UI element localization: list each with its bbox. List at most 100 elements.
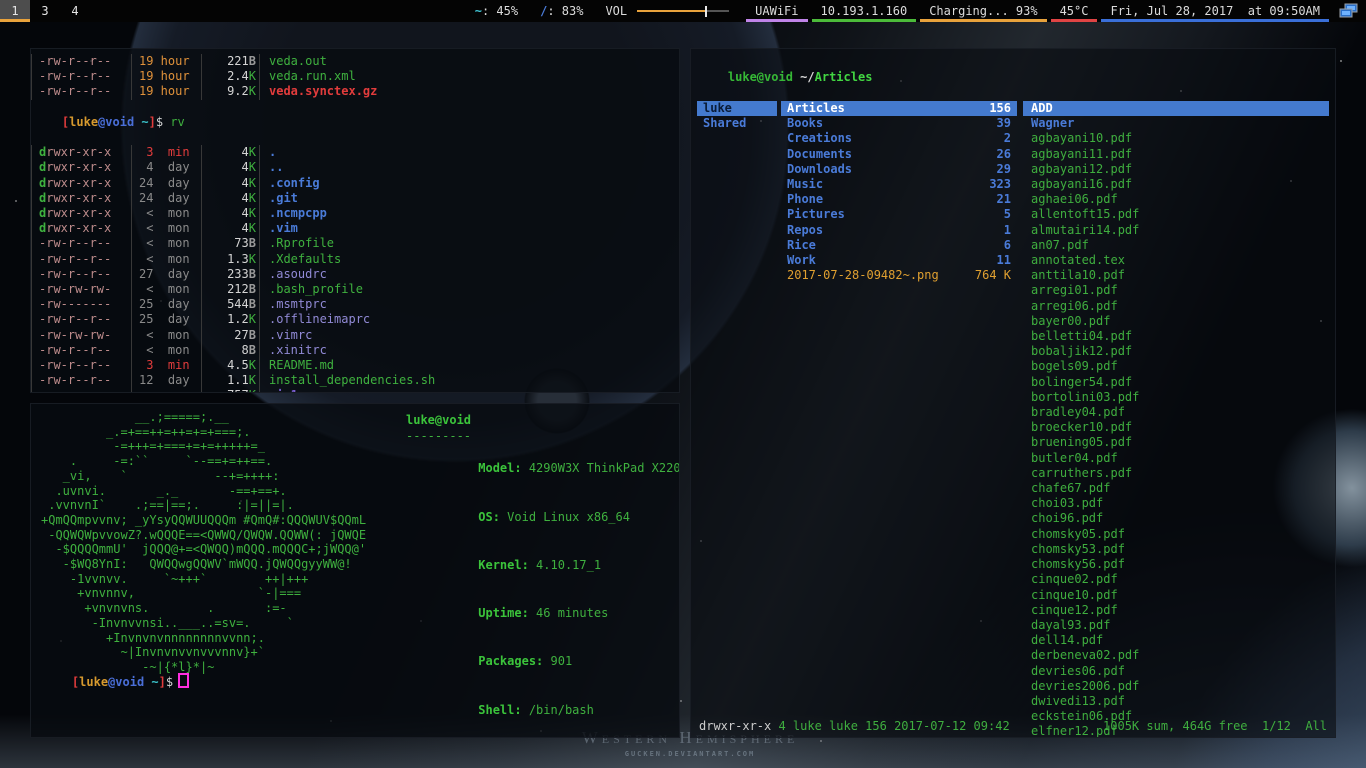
workspace-list: 1 3 4: [0, 0, 90, 22]
workspace-button[interactable]: 1: [0, 0, 30, 22]
root-usage-value: : 83%: [547, 4, 583, 18]
terminal-window-neofetch[interactable]: __.;=====;.__ _.=+==++=++=+=+===;. -=+++…: [30, 403, 680, 738]
directory-item[interactable]: Books39: [781, 116, 1017, 131]
file-item[interactable]: ADD: [1023, 101, 1329, 116]
neofetch-info-row: Kernel: 4.10.17_1: [406, 541, 674, 589]
ls-output-listing: drwxr-xr-x 3 min 4K . drwxr-xr-x 4 day 4…: [31, 145, 679, 393]
file-item[interactable]: arregi01.pdf: [1023, 283, 1329, 298]
file-meta: 4 luke luke 156 2017-07-12 09:42: [771, 719, 1009, 733]
file-item[interactable]: choi03.pdf: [1023, 496, 1329, 511]
shell-prompt: [luke@void ~]$ rv: [31, 100, 679, 146]
ls-output-head: -rw-r--r-- 19 hour 221B veda.out -rw-r--…: [31, 54, 679, 100]
ls-row: -rw-rw-rw- < mon 27B .vimrc: [31, 328, 679, 343]
directory-item[interactable]: Articles156: [781, 101, 1017, 116]
file-item[interactable]: agbayani11.pdf: [1023, 147, 1329, 162]
file-item[interactable]: bobaljik12.pdf: [1023, 344, 1329, 359]
directory-item[interactable]: Work11: [781, 253, 1017, 268]
file-item[interactable]: arregi06.pdf: [1023, 299, 1329, 314]
file-item[interactable]: almutairi14.pdf: [1023, 223, 1329, 238]
file-item[interactable]: bruening05.pdf: [1023, 435, 1329, 450]
file-item[interactable]: dell14.pdf: [1023, 633, 1329, 648]
file-item[interactable]: bolinger54.pdf: [1023, 375, 1329, 390]
directory-item[interactable]: Documents26: [781, 147, 1017, 162]
tray-network-icon[interactable]: [1331, 0, 1366, 22]
file-item[interactable]: derbeneva02.pdf: [1023, 648, 1329, 663]
file-item[interactable]: agbayani10.pdf: [1023, 131, 1329, 146]
neofetch-title: luke@void: [406, 412, 674, 428]
file-item[interactable]: chomsky53.pdf: [1023, 542, 1329, 557]
file-item[interactable]: Wagner: [1023, 116, 1329, 131]
directory-item[interactable]: Music323: [781, 177, 1017, 192]
parent-item[interactable]: luke: [697, 101, 777, 116]
ip-address: 10.193.1.160: [810, 0, 919, 22]
shell-prompt[interactable]: [luke@void ~]$: [41, 657, 189, 705]
home-usage-value: : 45%: [482, 4, 518, 18]
neofetch-info-row: Shell: /bin/bash: [406, 686, 674, 734]
prompt-bracket: ]: [149, 115, 156, 129]
prompt-user: luke: [69, 115, 98, 129]
file-item[interactable]: agbayani16.pdf: [1023, 177, 1329, 192]
directory-item[interactable]: Repos1: [781, 223, 1017, 238]
volume-slider[interactable]: [637, 0, 733, 22]
file-item[interactable]: cinque02.pdf: [1023, 572, 1329, 587]
ranger-path: ~/: [793, 70, 815, 84]
neofetch-info-row: Uptime: 46 minutes: [406, 589, 674, 637]
terminal-window-files[interactable]: -rw-r--r-- 19 hour 221B veda.out -rw-r--…: [30, 48, 680, 393]
workspace-button[interactable]: 3: [30, 0, 60, 22]
battery-status: Charging... 93%: [918, 0, 1048, 22]
ls-row: drwxr-xr-x 24 day 4K .config: [31, 176, 679, 191]
file-item[interactable]: carruthers.pdf: [1023, 466, 1329, 481]
file-column: ADD Wagner agbayani10.pdf agbayani11.pdf…: [1023, 101, 1329, 738]
directory-item[interactable]: Rice6: [781, 238, 1017, 253]
file-item[interactable]: agbayani12.pdf: [1023, 162, 1329, 177]
directory-column: Articles156 Books39 Creations2 Documents…: [781, 101, 1017, 738]
directory-item[interactable]: Pictures5: [781, 207, 1017, 222]
ascii-art-logo: __.;=====;.__ _.=+==++=++=+=+===;. -=+++…: [41, 410, 366, 675]
file-item[interactable]: cinque12.pdf: [1023, 603, 1329, 618]
file-item[interactable]: bradley04.pdf: [1023, 405, 1329, 420]
ranger-hostname: luke@void: [728, 70, 793, 84]
file-item[interactable]: bogels09.pdf: [1023, 359, 1329, 374]
file-item[interactable]: broecker10.pdf: [1023, 420, 1329, 435]
file-item[interactable]: dwivedi13.pdf: [1023, 694, 1329, 709]
prompt-path: ~: [134, 115, 148, 129]
file-item[interactable]: cinque10.pdf: [1023, 588, 1329, 603]
workspace-button[interactable]: 4: [60, 0, 90, 22]
file-item[interactable]: an07.pdf: [1023, 238, 1329, 253]
file-item[interactable]: belletti04.pdf: [1023, 329, 1329, 344]
ls-row: -rw-r--r-- 12 day 1.1K install_dependenc…: [31, 373, 679, 388]
file-item[interactable]: chomsky56.pdf: [1023, 557, 1329, 572]
directory-item[interactable]: Creations2: [781, 131, 1017, 146]
clock: Fri, Jul 28, 2017 at 09:50AM: [1099, 0, 1331, 22]
prompt-dollar: $: [156, 115, 170, 129]
ls-row: drwxr-xr-x 4 day 4K ..: [31, 160, 679, 175]
directory-item[interactable]: Downloads29: [781, 162, 1017, 177]
directory-summary: 1005K sum, 464G free 1/12 All: [1103, 719, 1327, 734]
ranger-window[interactable]: luke@void ~/Articles luke Shared Article…: [690, 48, 1336, 738]
directory-item[interactable]: Phone21: [781, 192, 1017, 207]
parent-item[interactable]: Shared: [697, 116, 777, 131]
home-partition-icon: ~: [475, 4, 482, 18]
prompt-user: luke: [79, 675, 108, 689]
wifi-ssid: UAWiFi: [744, 0, 809, 22]
file-item[interactable]: bortolini03.pdf: [1023, 390, 1329, 405]
ls-row: -rw-r--r-- < mon 8B .xinitrc: [31, 343, 679, 358]
file-item[interactable]: choi96.pdf: [1023, 511, 1329, 526]
file-item[interactable]: bayer00.pdf: [1023, 314, 1329, 329]
file-item[interactable]: chafe67.pdf: [1023, 481, 1329, 496]
file-item[interactable]: allentoft15.pdf: [1023, 207, 1329, 222]
file-item[interactable]: annotated.tex: [1023, 253, 1329, 268]
file-item[interactable]: devries2006.pdf: [1023, 679, 1329, 694]
file-item[interactable]: dayal93.pdf: [1023, 618, 1329, 633]
file-item[interactable]: aghaei06.pdf: [1023, 192, 1329, 207]
directory-item[interactable]: 2017-07-28-09482~.png764 K: [781, 268, 1017, 283]
file-item[interactable]: devries06.pdf: [1023, 664, 1329, 679]
ls-row: -rw-r--r-- 19 hour 221B veda.out: [31, 54, 679, 69]
volume-label: VOL: [605, 4, 627, 18]
file-item[interactable]: anttila10.pdf: [1023, 268, 1329, 283]
file-item[interactable]: butler04.pdf: [1023, 451, 1329, 466]
file-item[interactable]: chomsky05.pdf: [1023, 527, 1329, 542]
ls-row: -rw-rw-rw- < mon 212B .bash_profile: [31, 282, 679, 297]
file-permissions: drwxr-xr-x: [699, 719, 771, 733]
volume-control[interactable]: VOL: [594, 0, 744, 22]
